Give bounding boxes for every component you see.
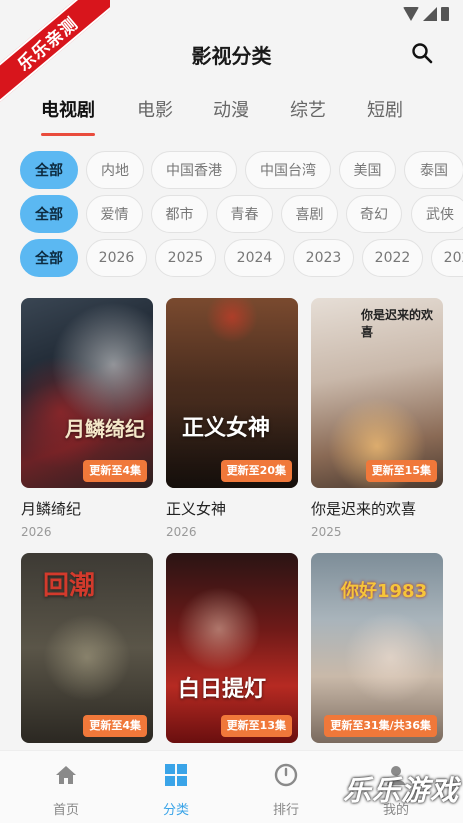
region-chip[interactable]: 美国 — [339, 151, 396, 189]
drama-card[interactable]: 回潮 更新至4集 — [21, 553, 153, 743]
poster-caption: 你是迟来的欢喜 — [361, 308, 434, 339]
card-title: 正义女神 — [166, 500, 227, 518]
episode-badge: 更新至4集 — [83, 460, 147, 482]
genre-chip[interactable]: 喜剧 — [281, 195, 338, 233]
poster-caption: 月鳞绮纪 — [65, 417, 145, 441]
year-chip-all[interactable]: 全部 — [20, 239, 78, 277]
genre-chip[interactable]: 爱情 — [86, 195, 143, 233]
card-year: 2026 — [21, 525, 52, 539]
poster-image: 你是迟来的欢喜 更新至15集 — [311, 298, 443, 488]
tab-variety[interactable]: 综艺 — [290, 96, 326, 122]
nav-home[interactable]: 首页 — [31, 763, 101, 818]
genre-chip[interactable]: 青春 — [216, 195, 273, 233]
battery-icon — [441, 7, 449, 21]
poster-caption: 你好1983 — [341, 581, 428, 602]
year-chip[interactable]: 2023 — [293, 239, 354, 277]
year-chip[interactable]: 2022 — [362, 239, 423, 277]
poster-image: 月鳞绮纪 更新至4集 — [21, 298, 153, 488]
corner-ribbon: 乐乐亲测 — [0, 0, 110, 110]
card-title: 月鳞绮纪 — [21, 500, 82, 518]
poster-image: 正义女神 更新至20集 — [166, 298, 298, 488]
signal-icon — [423, 7, 437, 21]
genre-chip[interactable]: 武侠 — [411, 195, 463, 233]
genre-chip-all[interactable]: 全部 — [20, 195, 78, 233]
genre-chip[interactable]: 都市 — [151, 195, 208, 233]
genre-chip[interactable]: 奇幻 — [346, 195, 402, 233]
nav-ranking[interactable]: 排行 — [251, 763, 321, 818]
year-chip[interactable]: 2026 — [86, 239, 147, 277]
tab-movies[interactable]: 电影 — [137, 96, 173, 122]
watermark: 乐乐游戏 — [342, 774, 459, 807]
region-filter-row: 全部 内地 中国香港 中国台湾 美国 泰国 — [20, 151, 463, 189]
grid-icon — [165, 764, 187, 786]
drama-card[interactable]: 白日提灯 更新至13集 — [166, 553, 298, 743]
region-chip[interactable]: 泰国 — [404, 151, 463, 189]
poster-caption: 正义女神 — [182, 416, 271, 441]
card-year: 2026 — [166, 525, 197, 539]
tab-active-indicator — [41, 133, 95, 136]
tab-short-drama[interactable]: 短剧 — [367, 96, 403, 122]
nav-label: 分类 — [162, 803, 189, 818]
region-chip[interactable]: 中国香港 — [151, 151, 237, 189]
search-icon — [412, 43, 433, 64]
status-icons — [403, 7, 449, 21]
poster-image: 你好1983 更新至31集/共36集 — [311, 553, 443, 743]
home-icon — [56, 766, 76, 784]
episode-badge: 更新至31集/共36集 — [324, 715, 437, 737]
region-chip[interactable]: 中国台湾 — [245, 151, 331, 189]
drama-card[interactable]: 你好1983 更新至31集/共36集 — [311, 553, 443, 743]
ranking-icon — [274, 763, 298, 787]
year-chip[interactable]: 2025 — [155, 239, 216, 277]
genre-filter-row: 全部 爱情 都市 青春 喜剧 奇幻 武侠 — [20, 195, 463, 233]
drama-card[interactable]: 月鳞绮纪 更新至4集 月鳞绮纪 2026 — [21, 298, 153, 539]
episode-badge: 更新至15集 — [365, 460, 437, 482]
drama-card[interactable]: 你是迟来的欢喜 更新至15集 你是迟来的欢喜 2025 — [311, 298, 443, 539]
nav-label: 排行 — [272, 803, 299, 818]
region-chip[interactable]: 内地 — [86, 151, 144, 189]
year-chip[interactable]: 2024 — [224, 239, 285, 277]
nav-category[interactable]: 分类 — [141, 763, 211, 818]
poster-image: 白日提灯 更新至13集 — [166, 553, 298, 743]
nav-label: 首页 — [52, 803, 79, 818]
drama-card[interactable]: 正义女神 更新至20集 正义女神 2026 — [166, 298, 298, 539]
year-filter-row: 全部 2026 2025 2024 2023 2022 2021 — [20, 239, 463, 277]
card-year: 2025 — [311, 525, 342, 539]
ribbon-text: 乐乐亲测 — [0, 0, 110, 110]
tab-anime[interactable]: 动漫 — [213, 96, 249, 122]
poster-caption: 白日提灯 — [178, 677, 267, 702]
poster-image: 回潮 更新至4集 — [21, 553, 153, 743]
card-title: 你是迟来的欢喜 — [311, 500, 417, 518]
region-chip-all[interactable]: 全部 — [20, 151, 78, 189]
episode-badge: 更新至13集 — [220, 715, 292, 737]
episode-badge: 更新至20集 — [220, 460, 292, 482]
poster-caption: 回潮 — [43, 571, 96, 601]
search-button[interactable] — [411, 42, 433, 64]
year-chip[interactable]: 2021 — [431, 239, 463, 277]
episode-badge: 更新至4集 — [83, 715, 147, 737]
wifi-icon — [403, 7, 419, 21]
